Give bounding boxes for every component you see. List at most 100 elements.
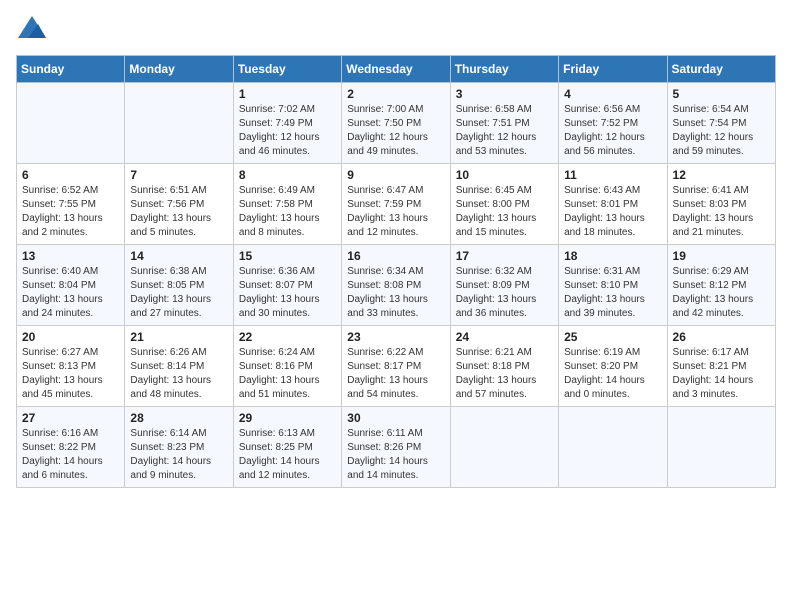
day-info: Sunrise: 6:58 AMSunset: 7:51 PMDaylight:…	[456, 103, 553, 159]
calendar-cell	[450, 407, 558, 488]
day-number: 5	[673, 87, 770, 101]
day-number: 7	[130, 168, 227, 182]
day-number: 26	[673, 330, 770, 344]
day-number: 24	[456, 330, 553, 344]
calendar-cell: 17 Sunrise: 6:32 AMSunset: 8:09 PMDayligh…	[450, 245, 558, 326]
day-number: 16	[347, 249, 444, 263]
day-info: Sunrise: 6:54 AMSunset: 7:54 PMDaylight:…	[673, 103, 770, 159]
day-info: Sunrise: 6:31 AMSunset: 8:10 PMDaylight:…	[564, 265, 661, 321]
day-info: Sunrise: 6:14 AMSunset: 8:23 PMDaylight:…	[130, 427, 227, 483]
day-number: 9	[347, 168, 444, 182]
calendar-week-row: 13 Sunrise: 6:40 AMSunset: 8:04 PMDayligh…	[17, 245, 776, 326]
day-number: 4	[564, 87, 661, 101]
day-header-thursday: Thursday	[450, 56, 558, 83]
day-info: Sunrise: 6:56 AMSunset: 7:52 PMDaylight:…	[564, 103, 661, 159]
calendar-cell: 3 Sunrise: 6:58 AMSunset: 7:51 PMDaylight…	[450, 83, 558, 164]
day-number: 12	[673, 168, 770, 182]
day-info: Sunrise: 7:00 AMSunset: 7:50 PMDaylight:…	[347, 103, 444, 159]
day-info: Sunrise: 6:27 AMSunset: 8:13 PMDaylight:…	[22, 346, 119, 402]
calendar-cell: 13 Sunrise: 6:40 AMSunset: 8:04 PMDayligh…	[17, 245, 125, 326]
calendar-cell: 27Sunrise: 6:16 AMSunset: 8:22 PMDayligh…	[17, 407, 125, 488]
calendar-cell: 30Sunrise: 6:11 AMSunset: 8:26 PMDayligh…	[342, 407, 450, 488]
calendar-cell	[667, 407, 775, 488]
day-number: 28	[130, 411, 227, 425]
day-number: 13	[22, 249, 119, 263]
calendar-cell: 16Sunrise: 6:34 AMSunset: 8:08 PMDayligh…	[342, 245, 450, 326]
calendar-cell: 29Sunrise: 6:13 AMSunset: 8:25 PMDayligh…	[233, 407, 341, 488]
day-number: 19	[673, 249, 770, 263]
day-number: 20	[22, 330, 119, 344]
calendar-week-row: 1 Sunrise: 7:02 AMSunset: 7:49 PMDaylight…	[17, 83, 776, 164]
day-number: 2	[347, 87, 444, 101]
calendar-header-row: SundayMondayTuesdayWednesdayThursdayFrid…	[17, 56, 776, 83]
calendar-cell: 7 Sunrise: 6:51 AMSunset: 7:56 PMDaylight…	[125, 164, 233, 245]
day-info: Sunrise: 6:22 AMSunset: 8:17 PMDaylight:…	[347, 346, 444, 402]
logo-icon	[18, 16, 46, 38]
calendar-cell	[17, 83, 125, 164]
calendar-week-row: 27Sunrise: 6:16 AMSunset: 8:22 PMDayligh…	[17, 407, 776, 488]
day-number: 22	[239, 330, 336, 344]
calendar-cell: 20 Sunrise: 6:27 AMSunset: 8:13 PMDayligh…	[17, 326, 125, 407]
calendar-cell: 10Sunrise: 6:45 AMSunset: 8:00 PMDayligh…	[450, 164, 558, 245]
day-number: 3	[456, 87, 553, 101]
calendar-cell: 1 Sunrise: 7:02 AMSunset: 7:49 PMDaylight…	[233, 83, 341, 164]
day-number: 6	[22, 168, 119, 182]
calendar-cell: 22 Sunrise: 6:24 AMSunset: 8:16 PMDayligh…	[233, 326, 341, 407]
calendar-cell: 24 Sunrise: 6:21 AMSunset: 8:18 PMDayligh…	[450, 326, 558, 407]
day-info: Sunrise: 7:02 AMSunset: 7:49 PMDaylight:…	[239, 103, 336, 159]
day-number: 15	[239, 249, 336, 263]
day-info: Sunrise: 6:32 AMSunset: 8:09 PMDaylight:…	[456, 265, 553, 321]
day-info: Sunrise: 6:21 AMSunset: 8:18 PMDaylight:…	[456, 346, 553, 402]
logo	[16, 16, 46, 43]
day-info: Sunrise: 6:26 AMSunset: 8:14 PMDaylight:…	[130, 346, 227, 402]
day-number: 1	[239, 87, 336, 101]
day-number: 29	[239, 411, 336, 425]
day-info: Sunrise: 6:17 AMSunset: 8:21 PMDaylight:…	[673, 346, 770, 402]
calendar-cell: 12 Sunrise: 6:41 AMSunset: 8:03 PMDayligh…	[667, 164, 775, 245]
day-number: 27	[22, 411, 119, 425]
day-header-wednesday: Wednesday	[342, 56, 450, 83]
calendar-cell: 8Sunrise: 6:49 AMSunset: 7:58 PMDaylight…	[233, 164, 341, 245]
calendar-cell: 6 Sunrise: 6:52 AMSunset: 7:55 PMDaylight…	[17, 164, 125, 245]
day-info: Sunrise: 6:43 AMSunset: 8:01 PMDaylight:…	[564, 184, 661, 240]
calendar-cell: 9 Sunrise: 6:47 AMSunset: 7:59 PMDaylight…	[342, 164, 450, 245]
calendar-cell: 18 Sunrise: 6:31 AMSunset: 8:10 PMDayligh…	[559, 245, 667, 326]
day-info: Sunrise: 6:19 AMSunset: 8:20 PMDaylight:…	[564, 346, 661, 402]
calendar-cell: 23Sunrise: 6:22 AMSunset: 8:17 PMDayligh…	[342, 326, 450, 407]
calendar-table: SundayMondayTuesdayWednesdayThursdayFrid…	[16, 55, 776, 488]
calendar-cell: 4 Sunrise: 6:56 AMSunset: 7:52 PMDaylight…	[559, 83, 667, 164]
day-info: Sunrise: 6:38 AMSunset: 8:05 PMDaylight:…	[130, 265, 227, 321]
day-info: Sunrise: 6:40 AMSunset: 8:04 PMDaylight:…	[22, 265, 119, 321]
calendar-body: 1 Sunrise: 7:02 AMSunset: 7:49 PMDaylight…	[17, 83, 776, 488]
calendar-cell: 19 Sunrise: 6:29 AMSunset: 8:12 PMDayligh…	[667, 245, 775, 326]
calendar-cell: 26 Sunrise: 6:17 AMSunset: 8:21 PMDayligh…	[667, 326, 775, 407]
day-number: 11	[564, 168, 661, 182]
calendar-cell: 5 Sunrise: 6:54 AMSunset: 7:54 PMDaylight…	[667, 83, 775, 164]
day-info: Sunrise: 6:52 AMSunset: 7:55 PMDaylight:…	[22, 184, 119, 240]
day-number: 10	[456, 168, 553, 182]
calendar-cell: 21 Sunrise: 6:26 AMSunset: 8:14 PMDayligh…	[125, 326, 233, 407]
calendar-cell: 14 Sunrise: 6:38 AMSunset: 8:05 PMDayligh…	[125, 245, 233, 326]
day-info: Sunrise: 6:51 AMSunset: 7:56 PMDaylight:…	[130, 184, 227, 240]
header	[16, 16, 776, 43]
calendar-cell: 2 Sunrise: 7:00 AMSunset: 7:50 PMDaylight…	[342, 83, 450, 164]
calendar-week-row: 6 Sunrise: 6:52 AMSunset: 7:55 PMDaylight…	[17, 164, 776, 245]
day-info: Sunrise: 6:47 AMSunset: 7:59 PMDaylight:…	[347, 184, 444, 240]
day-number: 14	[130, 249, 227, 263]
day-header-monday: Monday	[125, 56, 233, 83]
day-number: 17	[456, 249, 553, 263]
calendar-cell: 15 Sunrise: 6:36 AMSunset: 8:07 PMDayligh…	[233, 245, 341, 326]
day-number: 30	[347, 411, 444, 425]
day-info: Sunrise: 6:24 AMSunset: 8:16 PMDaylight:…	[239, 346, 336, 402]
day-number: 21	[130, 330, 227, 344]
day-info: Sunrise: 6:41 AMSunset: 8:03 PMDaylight:…	[673, 184, 770, 240]
day-header-saturday: Saturday	[667, 56, 775, 83]
day-header-sunday: Sunday	[17, 56, 125, 83]
calendar-cell: 11 Sunrise: 6:43 AMSunset: 8:01 PMDayligh…	[559, 164, 667, 245]
day-info: Sunrise: 6:29 AMSunset: 8:12 PMDaylight:…	[673, 265, 770, 321]
day-header-friday: Friday	[559, 56, 667, 83]
calendar-week-row: 20 Sunrise: 6:27 AMSunset: 8:13 PMDayligh…	[17, 326, 776, 407]
day-number: 18	[564, 249, 661, 263]
day-info: Sunrise: 6:36 AMSunset: 8:07 PMDaylight:…	[239, 265, 336, 321]
day-info: Sunrise: 6:49 AMSunset: 7:58 PMDaylight:…	[239, 184, 336, 240]
